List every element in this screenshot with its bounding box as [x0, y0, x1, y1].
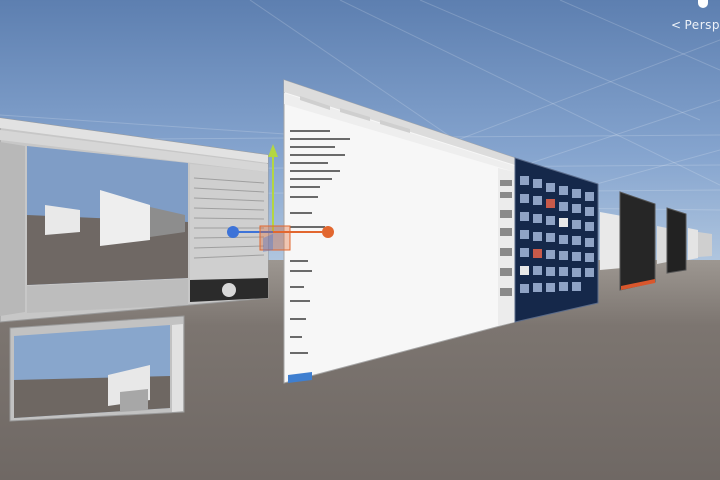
z-axis-handle [227, 226, 239, 238]
projection-label: Persp [684, 18, 720, 32]
scene-view[interactable]: < Persp [0, 0, 720, 480]
y-axis-handle [268, 144, 278, 157]
move-tool-gizmo[interactable] [0, 0, 720, 480]
x-axis-handle [322, 226, 334, 238]
chevron-left-icon: < [670, 18, 682, 32]
projection-toggle[interactable]: < Persp [671, 18, 720, 32]
